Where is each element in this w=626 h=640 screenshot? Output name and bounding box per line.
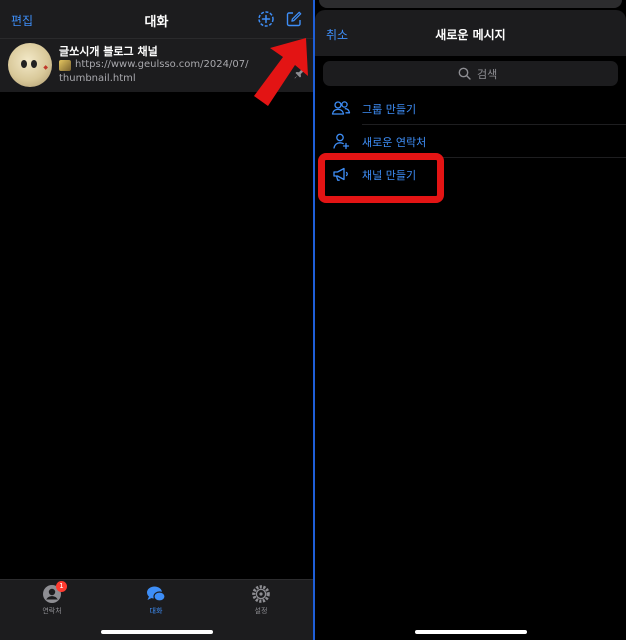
chat-name: 글쏘시개 블로그 채널 <box>59 45 158 58</box>
chats-header: 편집 대화 <box>0 0 313 38</box>
new-message-sheet: 취소 새로운 메시지 검색 그룹 만들기 새로운 연락처 채널 만들기 <box>315 0 626 640</box>
annotation-highlight-box <box>318 153 444 203</box>
unread-badge: 1 <box>56 581 67 592</box>
tab-label: 대화 <box>149 607 163 615</box>
home-indicator <box>415 630 527 634</box>
group-icon <box>331 101 351 115</box>
menu-item-label: 새로운 연락처 <box>362 136 427 149</box>
sheet-body: 검색 그룹 만들기 새로운 연락처 채널 만들기 <box>315 56 626 640</box>
avatar-eye <box>31 60 37 68</box>
tab-chats[interactable]: 대화 <box>126 580 186 624</box>
link-thumbnail-icon <box>59 60 71 71</box>
sheet-background-edge <box>319 0 622 8</box>
chats-screen: 편집 대화 ◆ 글쏘시개 블로그 채널 PM https://www.geuls… <box>0 0 313 640</box>
home-indicator <box>101 630 213 634</box>
add-contact-icon <box>333 133 350 150</box>
chat-preview-line2: thumbnail.html <box>59 73 136 84</box>
search-placeholder: 검색 <box>477 68 498 81</box>
search-input[interactable]: 검색 <box>323 61 618 86</box>
annotation-arrow-icon <box>254 38 308 106</box>
search-icon <box>458 67 471 80</box>
avatar: ◆ <box>8 43 52 87</box>
chat-bubbles-icon <box>147 586 166 602</box>
tab-label: 연락처 <box>42 607 62 615</box>
chat-preview-line1: https://www.geulsso.com/2024/07/ <box>75 59 249 70</box>
sheet-title: 새로운 메시지 <box>435 28 506 42</box>
sheet-header: 취소 새로운 메시지 <box>315 10 626 56</box>
new-story-icon[interactable] <box>257 10 275 28</box>
tab-label: 설정 <box>254 607 268 615</box>
menu-item-label: 그룹 만들기 <box>362 103 417 116</box>
compose-icon[interactable] <box>285 10 303 28</box>
avatar-tag-mark: ◆ <box>43 64 48 71</box>
tab-settings[interactable]: 설정 <box>231 580 291 624</box>
avatar-eye <box>21 60 27 68</box>
gear-icon <box>252 585 270 603</box>
new-group-button[interactable]: 그룹 만들기 <box>315 92 626 125</box>
tab-contacts[interactable]: 1 연락처 <box>22 580 82 624</box>
